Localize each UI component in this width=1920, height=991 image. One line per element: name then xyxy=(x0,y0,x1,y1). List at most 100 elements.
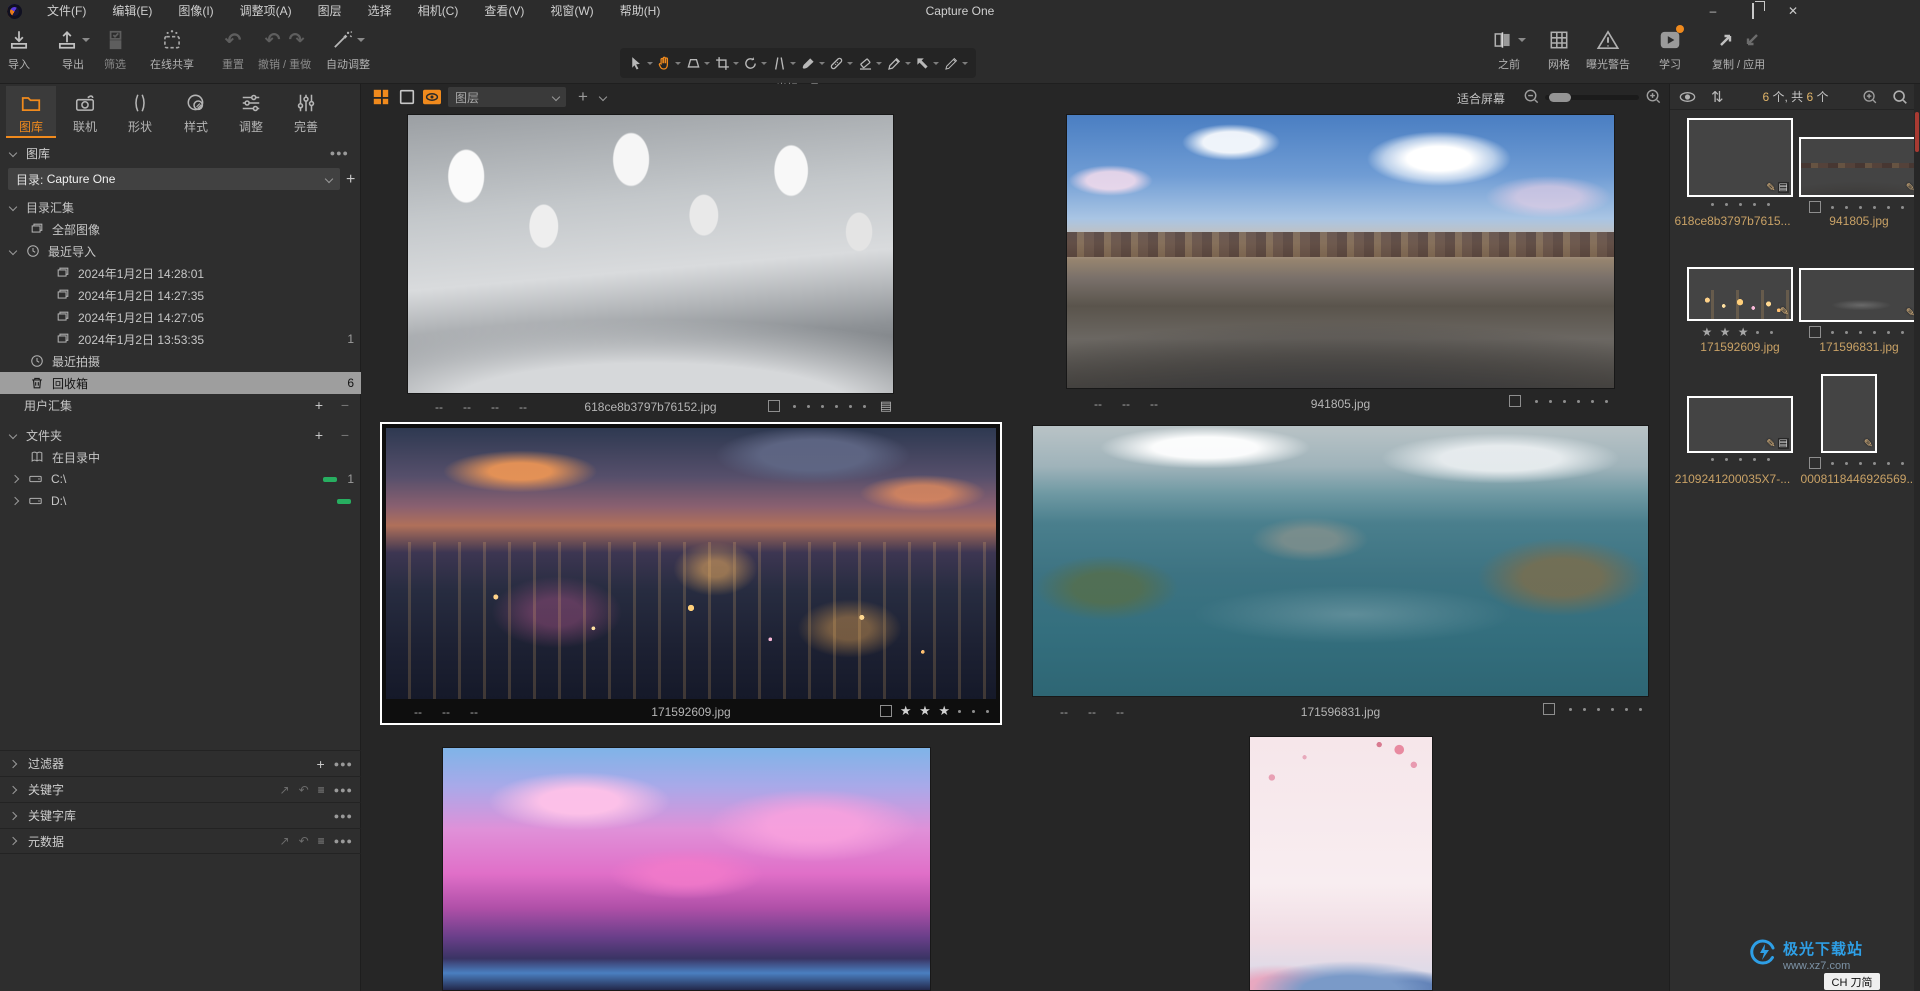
photo-941805[interactable] xyxy=(1066,114,1615,389)
photo-171592609[interactable] xyxy=(386,428,996,699)
maximize-button[interactable] xyxy=(1744,4,1762,18)
menu-file[interactable]: 文件(F) xyxy=(34,0,99,22)
filter-button[interactable]: 筛选 xyxy=(104,27,126,72)
loupe-tool[interactable] xyxy=(685,55,710,72)
scrollbar-thumb[interactable] xyxy=(1915,112,1919,152)
filmstrip-thumb-0008118446926569[interactable]: ✎ xyxy=(1821,374,1877,453)
selected-cell[interactable]: -- -- -- 171592609.jpg ★ ★ ★ xyxy=(380,422,1002,725)
filmstrip-thumb-171596831[interactable]: ✎ xyxy=(1799,268,1919,322)
select-checkbox[interactable] xyxy=(1543,703,1555,715)
tree-in-catalog[interactable]: 在目录中 xyxy=(0,446,361,468)
rating-row[interactable] xyxy=(1799,326,1919,338)
copy-apply-button[interactable]: 复制 / 应用 xyxy=(1712,27,1765,72)
tab-capture[interactable]: 联机 xyxy=(60,86,110,138)
reset-icon[interactable]: ↶ xyxy=(299,783,309,797)
reset-icon[interactable]: ↶ xyxy=(299,834,309,848)
tab-library[interactable]: 图库 xyxy=(6,86,56,138)
tree-all-images[interactable]: 全部图像 xyxy=(0,218,361,240)
menu-window[interactable]: 视窗(W) xyxy=(537,0,606,22)
select-checkbox[interactable] xyxy=(1509,395,1521,407)
grid-view-button[interactable] xyxy=(372,88,390,106)
presets-menu-icon[interactable]: ≡ xyxy=(318,783,325,797)
select-checkbox[interactable] xyxy=(1809,326,1821,338)
close-button[interactable]: ✕ xyxy=(1784,4,1802,18)
select-checkbox[interactable] xyxy=(1809,201,1821,213)
proof-view-button[interactable] xyxy=(422,88,442,106)
zoom-slider[interactable] xyxy=(1545,95,1639,100)
metadata-section[interactable]: 元数据 ↗ ↶ ≡ ●●● xyxy=(0,828,361,854)
photo-171596831[interactable] xyxy=(1032,425,1649,697)
export-button[interactable]: 导出 xyxy=(56,27,90,72)
rotate-tool[interactable] xyxy=(742,55,767,72)
viewer-view-button[interactable] xyxy=(398,88,416,106)
select-checkbox[interactable] xyxy=(768,400,780,412)
minimize-button[interactable]: – xyxy=(1704,4,1722,18)
sync-icon[interactable]: ↗ xyxy=(280,834,290,848)
photo-618ce8b3797b76152[interactable] xyxy=(407,114,894,394)
grid-button[interactable]: 网格 xyxy=(1548,27,1570,72)
draw-mask-tool[interactable] xyxy=(800,55,825,72)
select-tool[interactable] xyxy=(628,55,653,72)
tree-import-session-3[interactable]: 2024年1月2日 14:27:05 xyxy=(0,306,361,328)
tab-shapes[interactable]: 形状 xyxy=(115,86,165,138)
filmstrip-scrollbar[interactable] xyxy=(1914,84,1920,991)
filmstrip-thumb-2109241200035X7[interactable]: ✎▤ xyxy=(1687,396,1793,453)
straighten-tool[interactable] xyxy=(771,55,796,72)
tree-import-session-2[interactable]: 2024年1月2日 14:27:35 xyxy=(0,284,361,306)
more-options-icon[interactable]: ●●● xyxy=(334,785,353,795)
erase-tool[interactable] xyxy=(857,55,882,72)
tree-recent-captures[interactable]: 最近拍摄 xyxy=(0,350,361,372)
heal-tool[interactable] xyxy=(828,55,853,72)
ime-language-badge[interactable]: CH 刀简 xyxy=(1824,973,1880,990)
menu-select[interactable]: 选择 xyxy=(355,0,405,22)
add-catalog-button[interactable]: + xyxy=(346,171,355,189)
sync-icon[interactable]: ↗ xyxy=(280,783,290,797)
apply-arrow-tool[interactable] xyxy=(914,55,939,72)
pen-tool[interactable] xyxy=(886,55,911,72)
rating-row[interactable] xyxy=(1687,203,1793,206)
more-options-icon[interactable]: ●●● xyxy=(330,148,349,158)
menu-view[interactable]: 查看(V) xyxy=(471,0,537,22)
menu-camera[interactable]: 相机(C) xyxy=(405,0,472,22)
filmstrip-thumb-618ce8b3797b7615[interactable]: ✎▤ xyxy=(1687,118,1793,197)
zoom-slider-handle[interactable] xyxy=(1549,93,1571,102)
filmstrip-thumb-171592609[interactable]: ✎ xyxy=(1687,267,1793,321)
library-section-header[interactable]: 图库 ●●● xyxy=(0,142,361,164)
star-rating[interactable]: ★ ★ ★ xyxy=(1702,325,1751,339)
tree-recent-imports[interactable]: 最近导入 xyxy=(0,240,361,262)
presets-menu-icon[interactable]: ≡ xyxy=(318,834,325,848)
online-share-button[interactable]: 在线共享 xyxy=(150,27,194,72)
rating-row[interactable] xyxy=(1799,201,1919,213)
zoom-out-icon[interactable] xyxy=(1522,87,1541,106)
reset-button[interactable]: ↶ 重置 xyxy=(222,27,244,72)
tab-styles[interactable]: 样式 xyxy=(171,86,221,138)
menu-edit[interactable]: 编辑(E) xyxy=(99,0,165,22)
photo-sunset-sky[interactable] xyxy=(442,747,931,991)
remove-folder-button[interactable]: − xyxy=(341,427,349,443)
tree-user-collections[interactable]: 用户汇集 + − xyxy=(0,394,361,416)
select-checkbox[interactable] xyxy=(1809,457,1821,469)
search-icon[interactable] xyxy=(1891,88,1909,106)
star-rating[interactable]: ★ ★ ★ xyxy=(900,703,952,719)
note-icon[interactable]: ▤ xyxy=(880,398,892,414)
tree-import-session-4[interactable]: 2024年1月2日 13:53:35 1 xyxy=(0,328,361,350)
tree-catalog-collections[interactable]: 目录汇集 xyxy=(0,196,361,218)
keyword-library-section[interactable]: 关键字库 ●●● xyxy=(0,802,361,828)
tree-folders-header[interactable]: 文件夹 + − xyxy=(0,424,361,446)
menu-layers[interactable]: 图层 xyxy=(305,0,355,22)
add-folder-button[interactable]: + xyxy=(315,427,323,443)
rating-row[interactable]: ★ ★ ★ xyxy=(1687,325,1793,339)
more-options-icon[interactable]: ●●● xyxy=(334,759,353,769)
more-options-icon[interactable]: ●●● xyxy=(334,836,353,846)
add-collection-button[interactable]: + xyxy=(315,397,323,413)
learn-button[interactable]: 学习 xyxy=(1658,27,1682,72)
tree-drive-d[interactable]: D:\ xyxy=(0,490,361,512)
photo-blossom-illustration[interactable] xyxy=(1249,736,1433,991)
menu-help[interactable]: 帮助(H) xyxy=(607,0,674,22)
tree-drive-c[interactable]: C:\ 1 xyxy=(0,468,361,490)
filmstrip-thumb-941805[interactable]: ✎ xyxy=(1799,137,1919,197)
add-layer-button[interactable]: + xyxy=(578,87,588,107)
add-filter-button[interactable]: + xyxy=(317,756,325,772)
pan-hand-tool[interactable] xyxy=(656,55,681,72)
filters-section[interactable]: 过滤器 + ●●● xyxy=(0,750,361,776)
